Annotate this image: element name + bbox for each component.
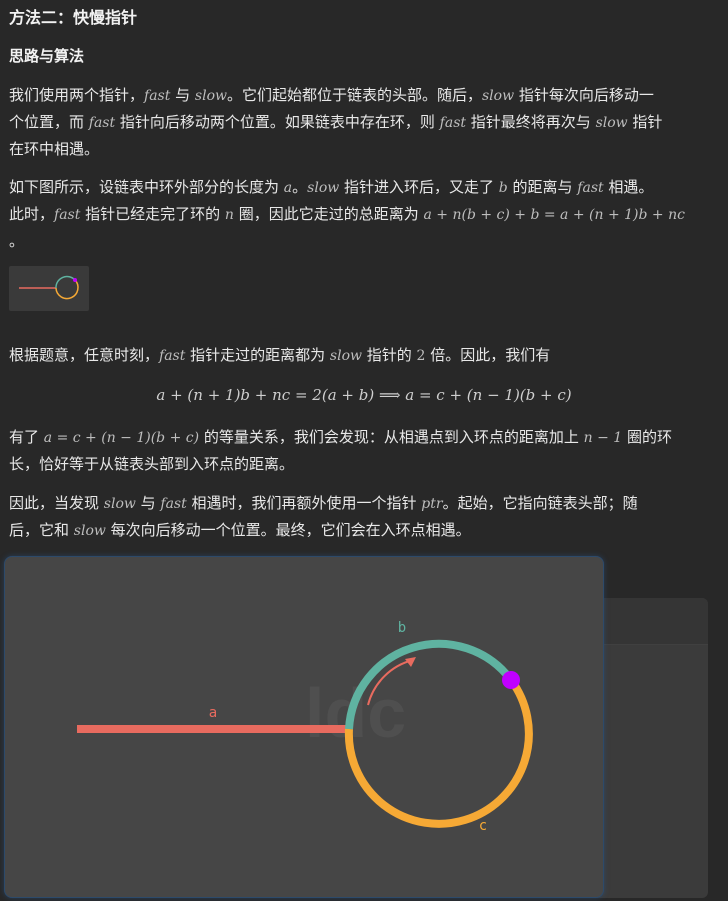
text: 长，恰好等于从链表头部到入环点的距离。 <box>9 455 295 473</box>
text: 。起始，它指向链表头部；随 <box>442 494 638 512</box>
math-fast: fast <box>54 207 81 223</box>
text: 后，它和 <box>9 521 74 539</box>
math-ptr: ptr <box>421 496 443 512</box>
math-slow: slow <box>73 523 106 539</box>
math-n: n <box>224 207 234 223</box>
label-a: a <box>209 705 217 721</box>
text: 指针的 <box>361 346 417 364</box>
text: 指针走过的距离都为 <box>185 346 330 364</box>
math-a: a <box>283 180 293 196</box>
math-fast: fast <box>144 88 171 104</box>
math-total-distance: a + n(b + c) + b = a + (n + 1)b + nc <box>423 207 685 223</box>
section-subheading: 思路与算法 <box>9 47 85 65</box>
math-fast: fast <box>88 115 116 131</box>
text: 有了 <box>9 428 44 446</box>
math-slow: slow <box>103 496 136 512</box>
math-slow: slow <box>595 115 628 131</box>
figure-popup[interactable]: ldc a b c <box>4 556 604 898</box>
label-b: b <box>398 620 406 636</box>
text: 倍。因此，我们有 <box>425 346 551 364</box>
math-slow: slow <box>194 88 227 104</box>
text: 的距离与 <box>507 178 578 196</box>
paragraph-ptr-pointer: 因此，当发现 slow 与 fast 相遇时，我们再额外使用一个指针 ptr。起… <box>9 490 714 544</box>
figure-thumbnail[interactable] <box>9 266 89 311</box>
text: 每次向后移动一个位置。最终，它们会在入环点相遇。 <box>105 521 471 539</box>
paragraph-distance-setup: 如下图所示，设链表中环外部分的长度为 a。slow 指针进入环后，又走了 b 的… <box>9 174 714 254</box>
cycle-diagram: ldc a b c <box>77 620 533 834</box>
text: 指针向后移动两个位置。如果链表中存在环，则 <box>115 113 440 131</box>
display-equation: a + (n + 1)b + nc = 2(a + b) ⟹ a = c + (… <box>156 386 572 404</box>
text: 在环中相遇。 <box>9 140 100 158</box>
text: 指针进入环后，又走了 <box>339 178 499 196</box>
text: 圈，因此它走过的总距离为 <box>233 205 424 223</box>
math-n-minus-1: n − 1 <box>583 430 623 446</box>
meet-point <box>502 671 520 689</box>
text: 此时， <box>9 205 55 223</box>
math-slow: slow <box>307 180 340 196</box>
text: 与 <box>170 86 195 104</box>
ghost-watermark: ldc <box>305 674 406 752</box>
text: 圈的环 <box>622 428 672 446</box>
text: 我们使用两个指针， <box>9 86 145 104</box>
text: 相遇时，我们再额外使用一个指针 <box>186 494 422 512</box>
text: 。它们起始都位于链表的头部。随后， <box>226 86 482 104</box>
text: 的等量关系，我们会发现：从相遇点到入环点的距离加上 <box>199 428 584 446</box>
thumbnail-diagram <box>19 275 79 300</box>
text: 。 <box>292 178 308 196</box>
math-fast: fast <box>159 348 186 364</box>
paragraph-equality-relation: 有了 a = c + (n − 1)(b + c) 的等量关系，我们会发现：从相… <box>9 424 714 477</box>
text: 指针已经走完了环的 <box>80 205 225 223</box>
text: 指针最终将再次与 <box>466 113 596 131</box>
text: 指针每次向后移动一 <box>514 86 654 104</box>
label-c: c <box>479 818 487 834</box>
text: 如下图所示，设链表中环外部分的长度为 <box>9 178 284 196</box>
math-slow: slow <box>329 348 362 364</box>
text: 与 <box>135 494 161 512</box>
paragraph-double-speed: 根据题意，任意时刻，fast 指针走过的距离都为 slow 指针的 2 倍。因此… <box>9 342 714 369</box>
math-fast: fast <box>439 115 467 131</box>
text: 根据题意，任意时刻， <box>9 346 160 364</box>
math-b: b <box>498 180 508 196</box>
math-relation: a = c + (n − 1)(b + c) <box>43 430 200 446</box>
text: 相遇。 <box>603 178 654 196</box>
text: 。 <box>9 232 25 250</box>
text: 指针 <box>627 113 663 131</box>
text: 因此，当发现 <box>9 494 104 512</box>
text: 个位置，而 <box>9 113 89 131</box>
math-fast: fast <box>160 496 187 512</box>
paragraph-pointers-intro: 我们使用两个指针，fast 与 slow。它们起始都位于链表的头部。随后，slo… <box>9 82 714 162</box>
math-fast: fast <box>577 180 604 196</box>
section-heading: 方法二：快慢指针 <box>9 8 138 27</box>
math-slow: slow <box>482 88 515 104</box>
